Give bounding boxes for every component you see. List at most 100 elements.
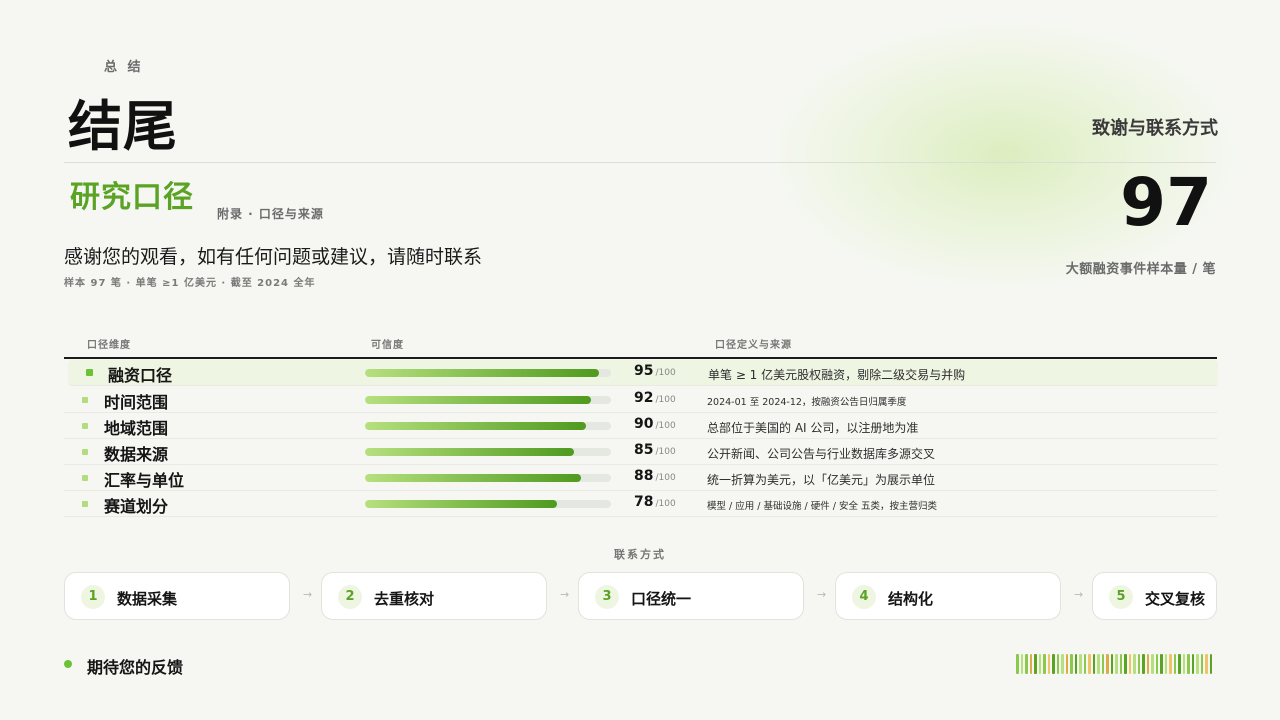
row-dimension: 数据来源 [104,445,169,464]
row-score: 85/100 [634,442,676,458]
confidence-bar-fill [365,369,599,377]
stripe [1092,654,1095,674]
stripe [1070,654,1073,674]
row-score-max: /100 [655,421,676,431]
step-card: 3 口径统一 [578,572,804,620]
row-score-value: 85 [634,442,654,458]
stripe [1083,654,1086,674]
stripe [1209,654,1212,674]
row-dimension: 时间范围 [104,393,169,412]
row-definition: 单笔 ≥ 1 亿美元股权融资，剔除二级交易与并购 [708,368,966,382]
step-label: 数据采集 [117,590,178,608]
row-bullet [82,397,88,403]
background-glow [770,20,1240,290]
stripe [1169,654,1172,674]
page-title: 结尾 [68,95,178,158]
confidence-bar [365,396,611,404]
confidence-bar-fill [365,448,575,456]
stripe [1178,654,1181,674]
step-label: 交叉复核 [1145,590,1206,608]
stripe [1196,654,1199,674]
row-score: 78/100 [634,494,676,510]
sample-count: 97 [1120,164,1212,241]
table-row: 汇率与单位 88/100 统一折算为美元，以「亿美元」为展示单位 [64,465,1217,491]
table-row: 赛道划分 78/100 模型 / 应用 / 基础设施 / 硬件 / 安全 五类，按主… [64,491,1217,517]
stripe [1119,654,1122,674]
table-row: 融资口径 95/100 单笔 ≥ 1 亿美元股权融资，剔除二级交易与并购 [68,360,1218,386]
row-score-value: 90 [634,416,654,432]
stripe [1056,654,1059,674]
stripe [1164,654,1167,674]
stripe [1160,654,1163,674]
row-score: 95/100 [634,363,676,379]
table-header-rule [64,357,1217,359]
stripe [1173,654,1176,674]
stripe [1115,654,1118,674]
stripe [1025,654,1028,674]
stripe [1097,654,1100,674]
row-score: 90/100 [634,416,676,432]
step-label: 口径统一 [631,590,692,608]
confidence-bar [365,474,611,482]
step-card: 1 数据采集 [64,572,290,620]
divider [64,162,1216,163]
stripe [1110,654,1113,674]
confidence-bar [365,369,611,377]
confidence-bar-fill [365,474,582,482]
row-score-value: 88 [634,468,654,484]
decorative-stripes [1016,654,1218,674]
stripe [1137,654,1140,674]
stripe [1187,654,1190,674]
step-arrow-icon: → [1074,588,1084,601]
feedback-text: 期待您的反馈 [87,658,184,677]
stripe [1029,654,1032,674]
row-score-max: /100 [655,473,676,483]
row-dimension: 地域范围 [104,419,169,438]
stripe [1061,654,1064,674]
stripe [1182,654,1185,674]
stripe [1043,654,1046,674]
stripe [1191,654,1194,674]
table-header-confidence: 可信度 [371,340,404,351]
confidence-bar [365,422,611,430]
stripe [1124,654,1127,674]
stripe [1038,654,1041,674]
feedback-dot [64,660,72,668]
step-card: 5 交叉复核 [1092,572,1217,620]
step-arrow-icon: → [817,588,827,601]
stripe [1020,654,1023,674]
step-card: 4 结构化 [835,572,1061,620]
step-arrow-icon: → [303,588,313,601]
row-score-max: /100 [655,447,676,457]
step-label: 结构化 [888,590,934,608]
stripe [1052,654,1055,674]
table-row: 地域范围 90/100 总部位于美国的 AI 公司，以注册地为准 [64,413,1217,439]
meta-text: 样本 97 笔 · 单笔 ≥1 亿美元 · 截至 2024 全年 [64,278,316,289]
thanks-text: 感谢您的观看，如有任何问题或建议，请随时联系 [64,246,483,268]
row-dimension: 赛道划分 [104,497,169,516]
row-bullet [82,449,88,455]
stripe [1088,654,1091,674]
table-row: 时间范围 92/100 2024-01 至 2024-12，按融资公告日归属季度 [64,387,1217,413]
stripe [1151,654,1154,674]
row-bullet [86,369,93,376]
stripe [1146,654,1149,674]
step-number: 2 [338,585,362,609]
row-dimension: 汇率与单位 [104,471,185,490]
stripe [1074,654,1077,674]
stripe [1034,654,1037,674]
confidence-bar-fill [365,500,557,508]
step-number: 4 [852,585,876,609]
row-dimension: 融资口径 [108,366,173,385]
stripe [1200,654,1203,674]
row-definition: 2024-01 至 2024-12，按融资公告日归属季度 [707,397,907,408]
row-score: 88/100 [634,468,676,484]
step-number: 1 [81,585,105,609]
stripe [1016,654,1019,674]
row-score: 92/100 [634,390,676,406]
step-number: 3 [595,585,619,609]
row-definition: 总部位于美国的 AI 公司，以注册地为准 [707,421,919,435]
table-header-dimension: 口径维度 [87,340,131,351]
stripe [1155,654,1158,674]
table-header-definition: 口径定义与来源 [715,340,792,351]
